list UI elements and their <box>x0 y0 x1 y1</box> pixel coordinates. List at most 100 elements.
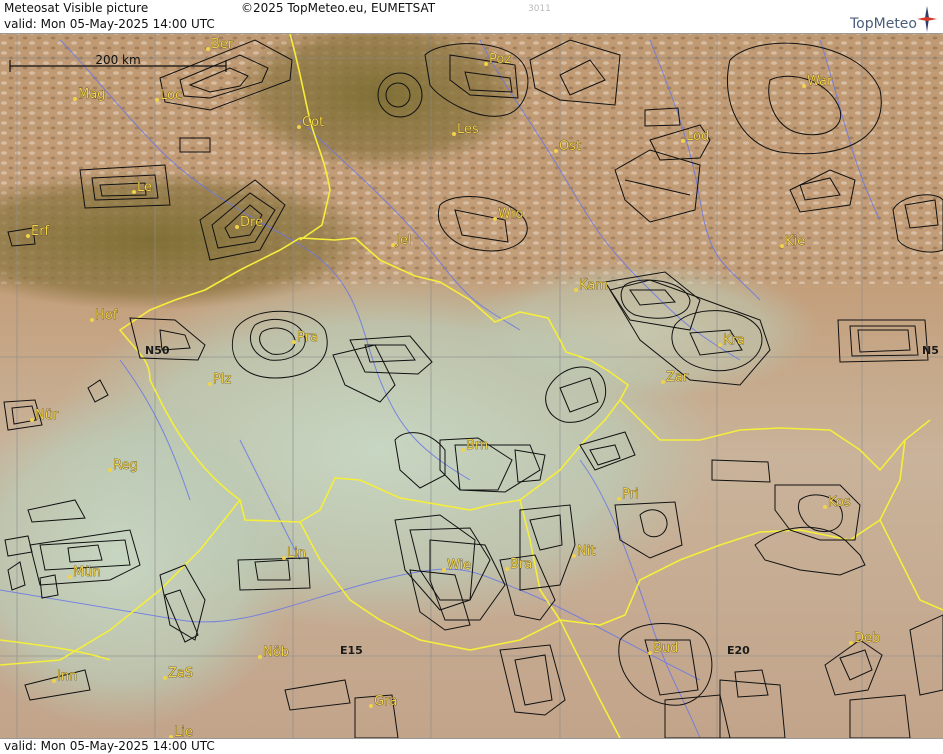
valid-time: valid: Mon 05-May-2025 14:00 UTC <box>4 17 215 31</box>
city-bud: Bud <box>648 641 679 656</box>
city-kos: Kos <box>823 495 851 510</box>
city-label: Ber <box>211 37 234 52</box>
city-label: Wro <box>498 207 523 222</box>
city-label: Lod <box>686 129 709 144</box>
city-deb: Deb <box>849 631 881 646</box>
city-label: Ost <box>559 139 581 154</box>
city-marker-dot <box>554 149 558 153</box>
city-zas: ZaS <box>163 666 193 681</box>
city-poz: Poz <box>484 52 512 67</box>
city-label: Kam <box>579 278 608 293</box>
city-label: Brn <box>466 438 488 453</box>
satellite-map[interactable]: 200 km N50 N5 E15 E20 Ber Poz War Mag Loc Cot… <box>0 34 943 738</box>
city-marker-dot <box>648 651 652 655</box>
city-label: Zar <box>666 370 689 385</box>
city-marker-dot <box>849 641 853 645</box>
city-marker-dot <box>572 554 576 558</box>
city-lod: Lod <box>681 129 710 144</box>
city-ost: Ost <box>554 139 581 154</box>
city-label: Kra <box>723 333 745 348</box>
city-label: Reg <box>113 458 138 473</box>
city-nob: Nöb <box>258 645 289 660</box>
city-label: Nöb <box>263 645 289 660</box>
city-war: War <box>802 74 833 89</box>
city-label: Inn <box>57 669 77 684</box>
city-label: Deb <box>854 631 880 646</box>
city-wie: Wie <box>442 558 471 573</box>
city-nur: Nür <box>30 408 59 423</box>
topmeteo-logo[interactable]: TopMeteo <box>829 4 939 32</box>
city-wro: Wro <box>493 207 524 222</box>
city-marker-dot <box>282 556 286 560</box>
image-title: Meteosat Visible picture <box>4 1 149 15</box>
logo-text: TopMeteo <box>850 16 917 32</box>
city-marker-dot <box>297 125 301 129</box>
city-label: Jel <box>395 233 411 248</box>
grid-label-n50-right: N5 <box>922 344 939 357</box>
city-label: Erf <box>31 224 50 239</box>
city-marker-dot <box>617 497 621 501</box>
map-viewer: Meteosat Visible picture valid: Mon 05-M… <box>0 0 943 754</box>
city-label: War <box>807 74 833 89</box>
city-marker-dot <box>68 575 72 579</box>
city-hof: Hof <box>90 308 118 323</box>
city-label: Bra <box>510 557 532 572</box>
city-label: Dre <box>240 215 263 230</box>
city-marker-dot <box>461 448 465 452</box>
city-marker-dot <box>30 418 34 422</box>
city-loc: Loc <box>155 88 182 103</box>
city-label: Lie <box>174 725 193 738</box>
city-marker-dot <box>73 97 77 101</box>
city-label: Le <box>137 180 152 195</box>
grid-label-e20: E20 <box>727 644 750 657</box>
city-marker-dot <box>442 568 446 572</box>
grid-label-n50-left: N50 <box>145 344 170 357</box>
city-marker-dot <box>780 244 784 248</box>
image-code: 3011 <box>528 4 551 14</box>
city-label: Cot <box>302 115 324 130</box>
city-label: Pri <box>622 487 639 502</box>
city-marker-dot <box>369 704 373 708</box>
city-marker-dot <box>235 225 239 229</box>
city-label: Plz <box>213 372 231 387</box>
compass-star-icon <box>917 6 937 32</box>
city-label: Hof <box>95 308 118 323</box>
city-kra: Kra <box>718 333 745 348</box>
city-les: Les <box>452 122 479 137</box>
city-dre: Dre <box>235 215 263 230</box>
city-kam: Kam <box>574 278 608 293</box>
city-label: ZaS <box>168 666 193 681</box>
grid-label-e15: E15 <box>340 644 363 657</box>
city-marker-dot <box>484 62 488 66</box>
city-cot: Cot <box>297 115 324 130</box>
city-mun: Mün <box>68 565 101 580</box>
city-marker-dot <box>163 676 167 680</box>
city-marker-dot <box>108 468 112 472</box>
city-ber: Ber <box>206 37 234 52</box>
city-mag: Mag <box>73 87 106 102</box>
city-marker-dot <box>505 567 509 571</box>
city-marker-dot <box>52 679 56 683</box>
copyright-notice: ©2025 TopMeteo.eu, EUMETSAT <box>241 1 436 15</box>
city-marker-dot <box>823 505 827 509</box>
city-marker-dot <box>206 47 210 51</box>
city-marker-dot <box>208 382 212 386</box>
city-bra: Bra <box>505 557 533 572</box>
city-label: Lin <box>287 546 306 561</box>
city-zar: Zar <box>661 370 689 385</box>
city-marker-dot <box>26 234 30 238</box>
footer-valid-time: valid: Mon 05-May-2025 14:00 UTC <box>4 739 215 753</box>
city-label: Bud <box>653 641 678 656</box>
city-marker-dot <box>681 139 685 143</box>
city-marker-dot <box>802 84 806 88</box>
city-label: Kos <box>828 495 851 510</box>
city-marker-dot <box>391 243 395 247</box>
city-marker-dot <box>661 380 665 384</box>
city-label: Nit <box>577 544 595 559</box>
city-marker-dot <box>155 98 159 102</box>
city-label: Les <box>457 122 479 137</box>
footer-bar: valid: Mon 05-May-2025 14:00 UTC <box>0 738 943 754</box>
city-label: Loc <box>160 88 182 103</box>
header-bar: Meteosat Visible picture valid: Mon 05-M… <box>0 0 943 34</box>
city-marker-dot <box>718 343 722 347</box>
